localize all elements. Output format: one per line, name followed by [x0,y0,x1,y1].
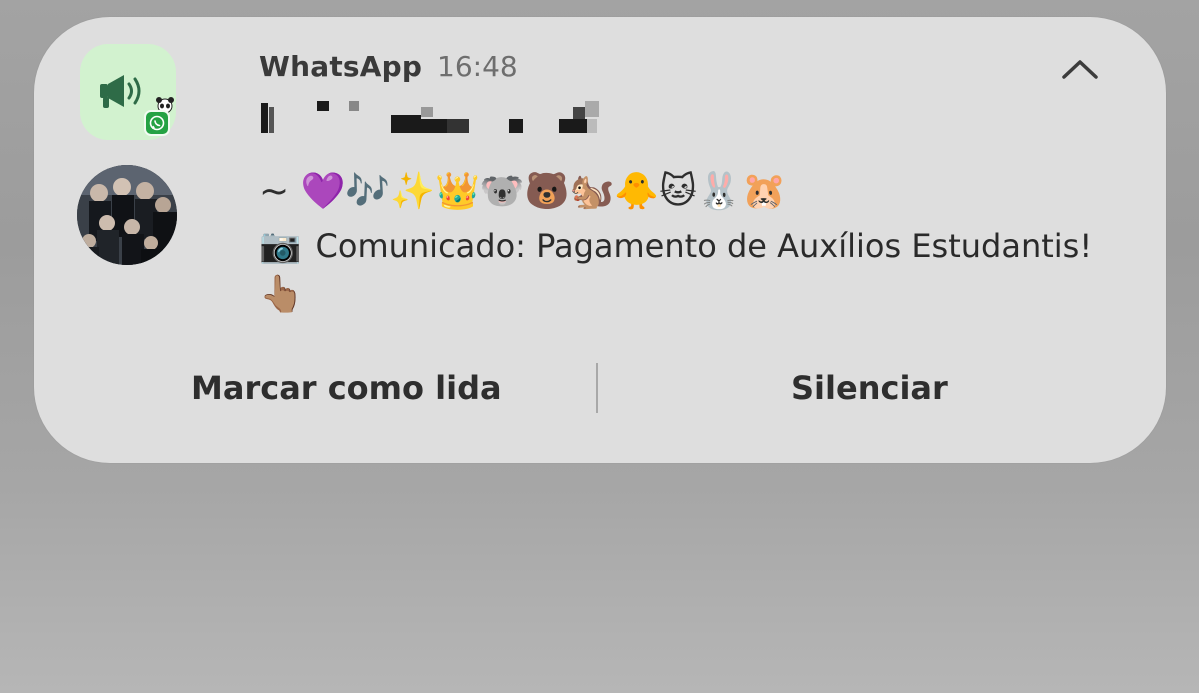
mark-as-read-button[interactable]: Marcar como lida [191,360,502,416]
notification-time: 16:48 [437,50,518,83]
chevron-up-icon[interactable] [1060,55,1100,83]
message-text: Comunicado: Pagamento de Auxílios Estuda… [315,227,1093,265]
megaphone-icon [100,75,141,108]
sender-avatar [77,165,177,265]
group-app-icon [80,44,176,140]
actions-divider [596,363,598,413]
whatsapp-icon [144,110,170,136]
mute-button[interactable]: Silenciar [791,360,948,416]
pointing-up-icon: 👆🏽 [259,274,304,315]
camera-icon: 📷 [259,226,302,266]
message-emoji-line: ~ 💜🎶✨👑🐨🐻🐿️🐥🐱🐰🐹 [259,171,787,212]
app-name: WhatsApp [259,50,423,83]
notification-card[interactable]: WhatsApp 16:48 ~ 💜🎶✨👑🐨🐻🐿️🐥🐱🐰🐹 📷 Comunica… [34,17,1166,463]
sender-name-redacted [259,97,604,137]
message-text-line: 📷 Comunicado: Pagamento de Auxílios Estu… [259,224,1092,268]
